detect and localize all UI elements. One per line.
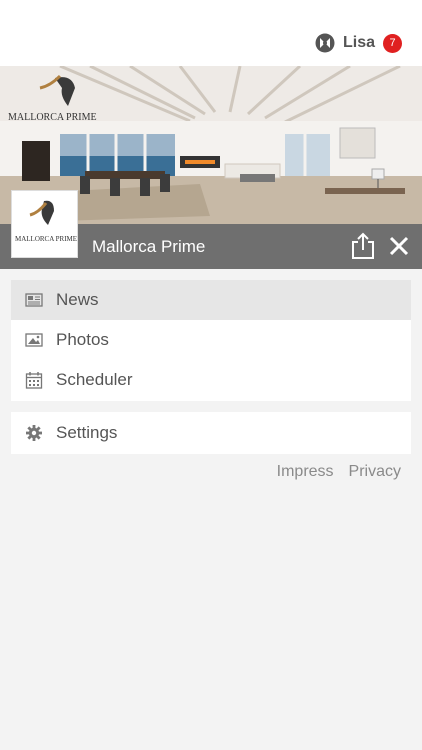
top-bar: Lisa 7	[0, 0, 422, 66]
company-logo: MALLORCA PRIME	[15, 200, 77, 243]
menu-label-news: News	[56, 290, 99, 309]
hero-logo-text: MALLORCA PRIME	[8, 112, 97, 123]
image-icon	[25, 333, 43, 347]
menu-item-photos[interactable]: Photos	[11, 320, 411, 360]
menu-label-scheduler: Scheduler	[56, 370, 133, 389]
menu-label-photos: Photos	[56, 330, 109, 349]
gear-icon	[26, 425, 42, 441]
menu-item-news[interactable]: News	[11, 280, 411, 320]
notification-badge: 7	[383, 33, 402, 53]
user-name: Lisa	[342, 34, 375, 51]
menu-item-settings[interactable]: Settings	[11, 412, 411, 454]
menu-item-scheduler[interactable]: Scheduler	[11, 360, 411, 400]
app-logo-icon	[315, 33, 335, 53]
newspaper-icon	[25, 293, 43, 307]
hero-title: Mallorca Prime	[92, 237, 206, 256]
privacy-link[interactable]: Privacy	[349, 463, 401, 481]
impress-link[interactable]: Impress	[277, 463, 334, 481]
secondary-menu: Settings	[11, 412, 411, 454]
thumb-logo-text: MALLORCA PRIME	[15, 235, 77, 243]
close-icon[interactable]	[387, 233, 411, 259]
calendar-icon	[25, 372, 43, 389]
menu-label-settings: Settings	[56, 423, 118, 442]
footer-links: Impress Privacy	[262, 463, 401, 481]
share-icon[interactable]	[350, 232, 376, 260]
company-logo-thumbnail: MALLORCA PRIME	[11, 190, 78, 258]
user-account[interactable]: Lisa 7	[315, 33, 402, 53]
primary-menu: News Photos Scheduler	[11, 280, 411, 401]
